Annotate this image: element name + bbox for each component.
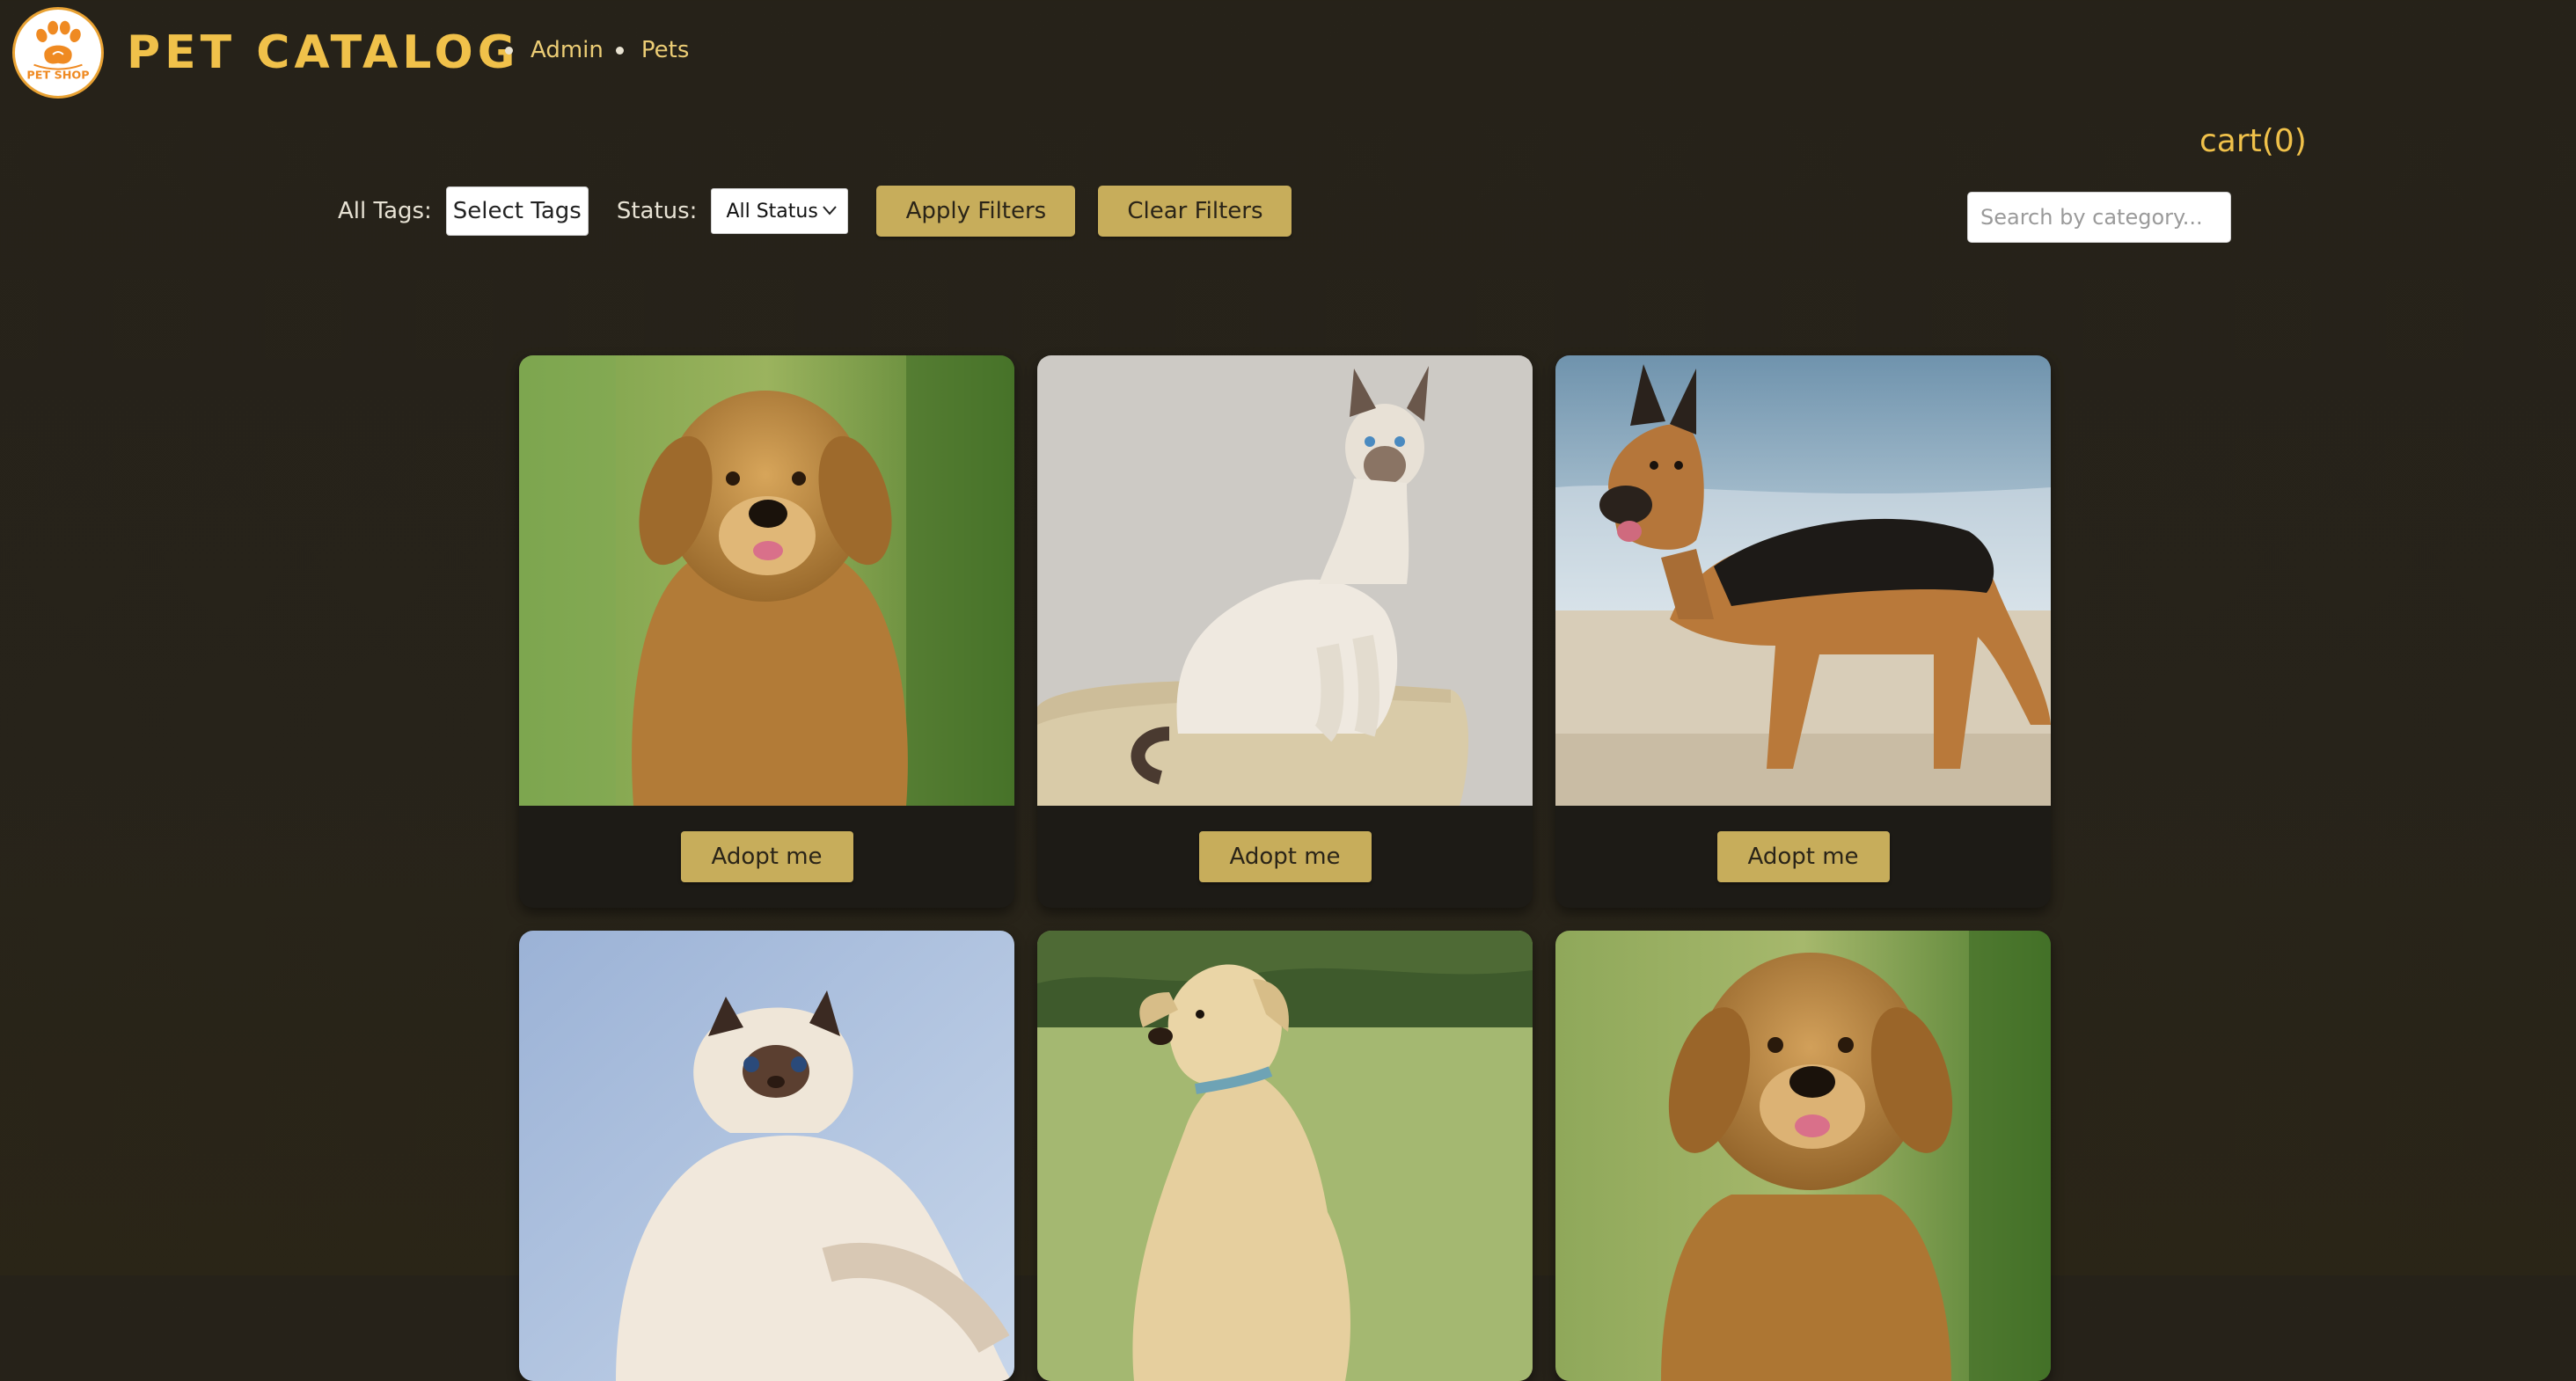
main-nav: Admin Pets — [501, 37, 698, 63]
search-input[interactable]: Search by category... — [1967, 192, 2231, 243]
pet-card — [519, 931, 1014, 1381]
tags-select[interactable]: Select Tags — [445, 186, 589, 236]
filter-bar: All Tags: Select Tags Status: All Status… — [338, 185, 1292, 237]
clear-filters-button[interactable]: Clear Filters — [1098, 186, 1292, 237]
golden-retriever-photo[interactable] — [519, 355, 1014, 806]
pet-card — [1037, 931, 1533, 1381]
pet-card — [1555, 931, 2051, 1381]
labrador-photo[interactable] — [1037, 931, 1533, 1381]
card-action: Adopt me — [519, 806, 1014, 908]
pet-card: Adopt me — [1037, 355, 1533, 908]
pet-card: Adopt me — [1555, 355, 2051, 908]
adopt-me-button[interactable]: Adopt me — [1198, 831, 1372, 882]
bullet-icon — [615, 46, 624, 55]
paw-icon: PET SHOP — [16, 11, 100, 95]
header: PET SHOP PET CATALOG Admin Pets — [0, 0, 2576, 106]
nav-link-admin[interactable]: Admin — [531, 37, 604, 63]
card-action: Adopt me — [1037, 806, 1533, 908]
status-dropdown[interactable]: All Status — [711, 188, 849, 234]
adopt-me-button[interactable]: Adopt me — [680, 831, 853, 882]
siamese-cat-photo[interactable] — [1037, 355, 1533, 806]
status-selected-value: All Status — [726, 200, 818, 223]
pet-card: Adopt me — [519, 355, 1014, 908]
pet-shop-logo[interactable]: PET SHOP — [12, 7, 104, 99]
svg-text:PET SHOP: PET SHOP — [26, 69, 89, 82]
nav-link-pets[interactable]: Pets — [641, 37, 690, 63]
card-action: Adopt me — [1555, 806, 2051, 908]
himalayan-cat-photo[interactable] — [519, 931, 1014, 1381]
chevron-down-icon — [823, 206, 838, 216]
bullet-icon — [505, 46, 513, 55]
status-label: Status: — [616, 198, 698, 224]
tags-label: All Tags: — [338, 198, 432, 224]
golden-retriever-photo[interactable] — [1555, 931, 2051, 1381]
german-shepherd-photo[interactable] — [1555, 355, 2051, 806]
page-title: PET CATALOG — [127, 26, 520, 79]
adopt-me-button[interactable]: Adopt me — [1716, 831, 1890, 882]
cart-link[interactable]: cart(0) — [2199, 123, 2307, 159]
apply-filters-button[interactable]: Apply Filters — [876, 186, 1076, 237]
